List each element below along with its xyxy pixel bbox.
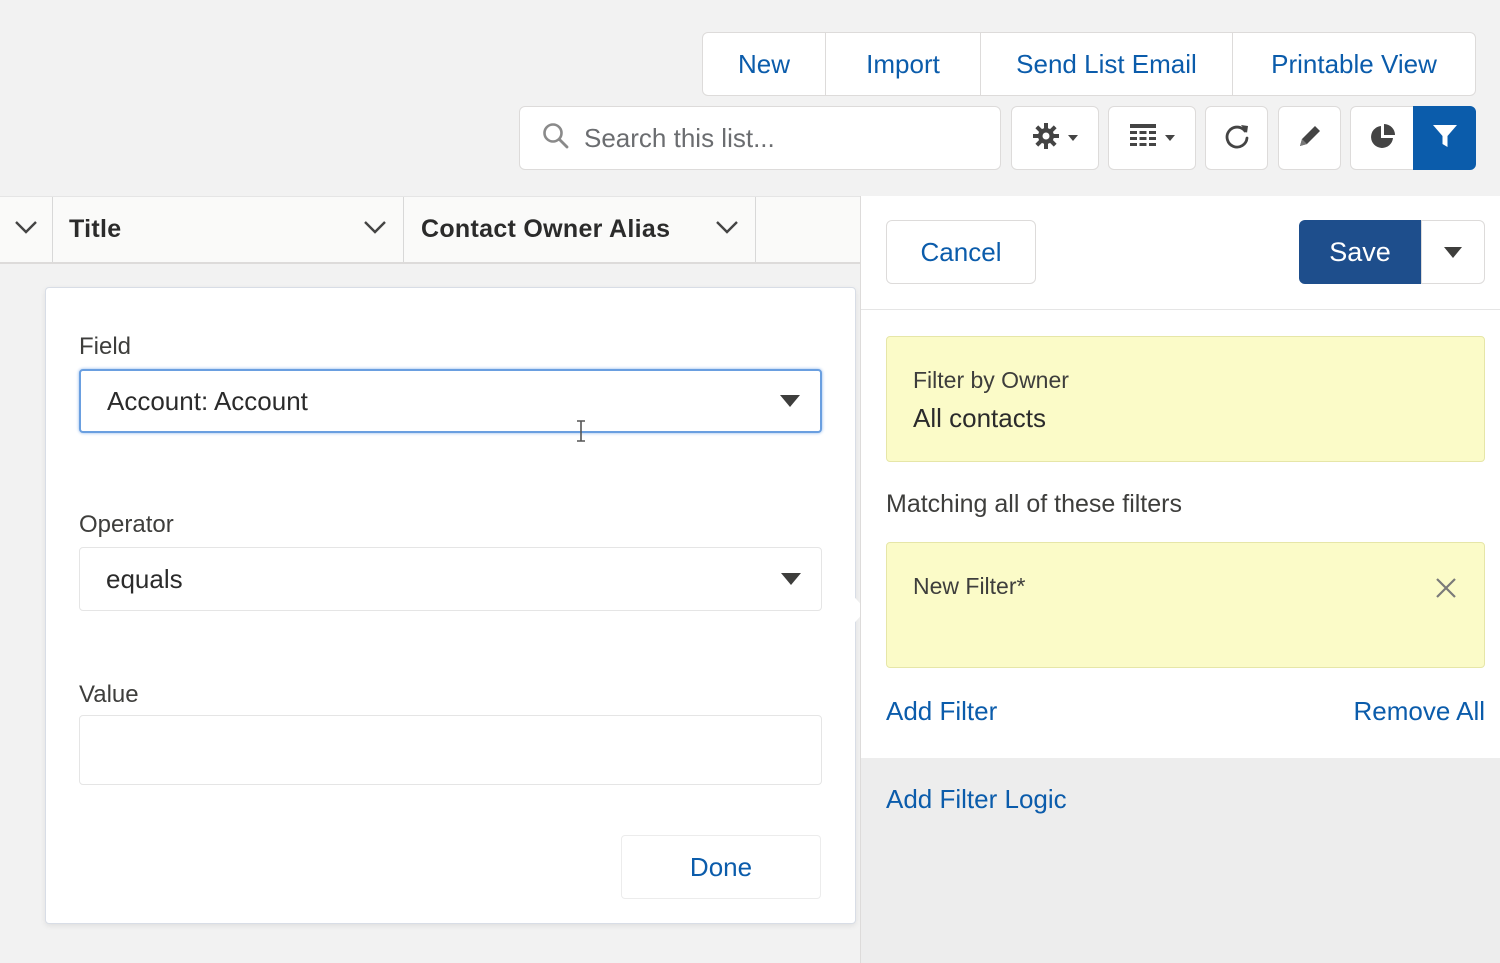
- printable-view-button[interactable]: Printable View: [1233, 33, 1475, 95]
- list-settings-button[interactable]: [1011, 106, 1099, 170]
- operator-select-value: equals: [106, 563, 183, 594]
- chevron-down-icon[interactable]: [363, 220, 387, 239]
- remove-all-link[interactable]: Remove All: [1354, 696, 1486, 727]
- search-input[interactable]: Search this list...: [519, 106, 1001, 170]
- refresh-icon: [1223, 122, 1251, 155]
- operator-select[interactable]: equals: [79, 547, 822, 611]
- pencil-icon: [1296, 122, 1324, 155]
- save-options-button[interactable]: [1421, 220, 1485, 284]
- column-label: Title: [69, 215, 122, 243]
- field-label: Field: [79, 333, 132, 360]
- field-select[interactable]: Account: Account: [79, 369, 822, 433]
- caret-down-icon: [781, 573, 801, 585]
- refresh-button[interactable]: [1205, 106, 1268, 170]
- chevron-down-icon[interactable]: [14, 220, 38, 239]
- save-button[interactable]: Save: [1299, 220, 1421, 284]
- matching-filters-heading: Matching all of these filters: [886, 490, 1182, 518]
- done-button[interactable]: Done: [621, 835, 821, 899]
- value-label: Value: [79, 681, 139, 708]
- new-filter-card[interactable]: New Filter*: [886, 542, 1485, 668]
- charts-button[interactable]: [1350, 106, 1416, 170]
- filter-editor-popover: Field Account: Account Operator equals V…: [45, 287, 856, 924]
- list-actions-group: New Import Send List Email Printable Vie…: [702, 32, 1476, 96]
- chevron-down-icon: [1165, 135, 1175, 141]
- filter-icon: [1431, 122, 1459, 155]
- new-filter-title: New Filter*: [913, 573, 1026, 599]
- operator-label: Operator: [79, 511, 174, 538]
- filters-panel-header: Cancel Save: [861, 196, 1500, 310]
- filters-panel-body: Filter by Owner All contacts Matching al…: [861, 310, 1500, 758]
- new-button[interactable]: New: [703, 33, 826, 95]
- send-list-email-button[interactable]: Send List Email: [981, 33, 1233, 95]
- caret-down-icon: [780, 395, 800, 407]
- add-filter-logic-link[interactable]: Add Filter Logic: [886, 784, 1067, 815]
- chevron-down-icon[interactable]: [715, 220, 739, 239]
- cancel-button[interactable]: Cancel: [886, 220, 1036, 284]
- owner-filter-value: All contacts: [913, 403, 1046, 433]
- column-header-title[interactable]: Title: [53, 197, 404, 262]
- display-as-button[interactable]: [1108, 106, 1196, 170]
- close-icon[interactable]: [1435, 577, 1457, 604]
- owner-filter-title: Filter by Owner: [913, 367, 1069, 393]
- filter-button[interactable]: [1413, 106, 1476, 170]
- import-button[interactable]: Import: [826, 33, 981, 95]
- pie-chart-icon: [1369, 122, 1397, 155]
- field-select-value: Account: Account: [107, 385, 308, 416]
- gear-icon: [1032, 122, 1060, 155]
- caret-down-icon: [1444, 246, 1462, 258]
- search-placeholder: Search this list...: [584, 122, 775, 153]
- table-icon: [1129, 123, 1157, 154]
- value-input[interactable]: [79, 715, 822, 785]
- add-filter-link[interactable]: Add Filter: [886, 696, 997, 727]
- text-cursor-icon: [575, 419, 587, 448]
- column-header-contact-owner-alias[interactable]: Contact Owner Alias: [404, 197, 756, 262]
- search-icon: [542, 122, 570, 155]
- column-header-partial[interactable]: [0, 197, 53, 262]
- edit-list-button[interactable]: [1278, 106, 1341, 170]
- column-label: Contact Owner Alias: [421, 215, 671, 243]
- filters-panel: Cancel Save Filter by Owner All contacts…: [860, 196, 1500, 963]
- chevron-down-icon: [1068, 135, 1078, 141]
- owner-filter-card[interactable]: Filter by Owner All contacts: [886, 336, 1485, 462]
- table-header: Title Contact Owner Alias: [0, 196, 860, 264]
